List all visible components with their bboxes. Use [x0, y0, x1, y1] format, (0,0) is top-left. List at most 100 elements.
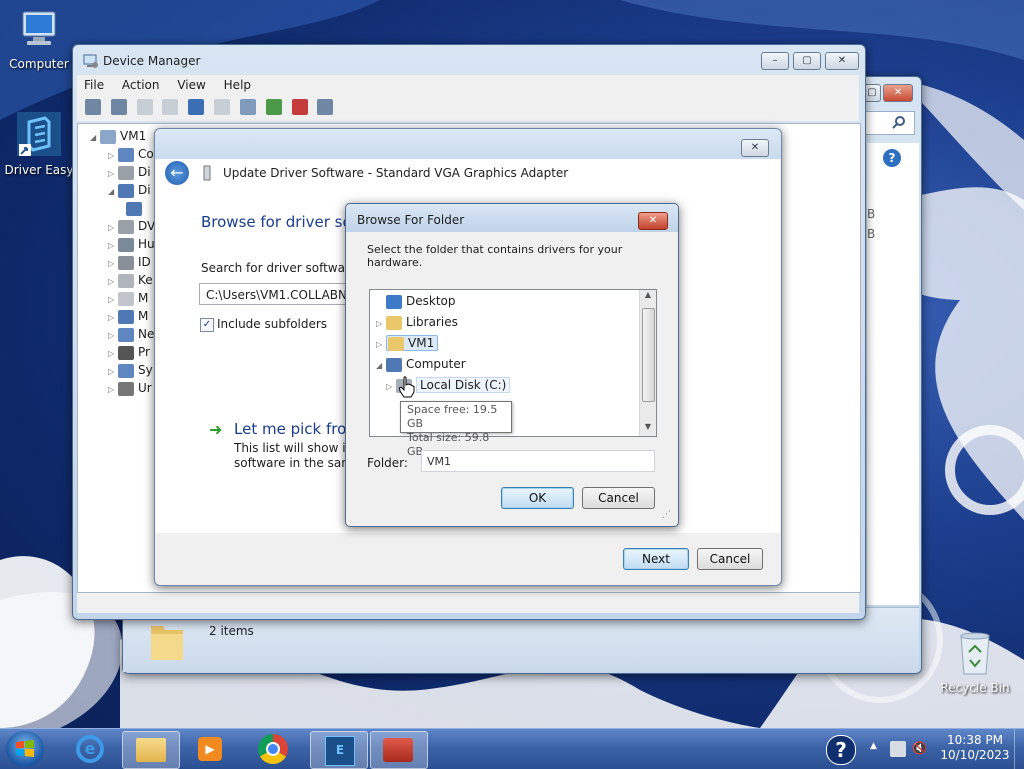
properties-icon[interactable]: [136, 99, 153, 115]
close-button[interactable]: ✕: [741, 139, 769, 157]
menu-file[interactable]: File: [77, 75, 111, 95]
close-button[interactable]: ✕: [825, 52, 859, 70]
tree-item-desktop[interactable]: Desktop: [376, 291, 456, 311]
file-explorer-icon: [136, 738, 166, 762]
menu-view[interactable]: View: [170, 75, 212, 95]
tree-item[interactable]: ▷ Sy: [108, 360, 153, 380]
taskbar-device-manager[interactable]: [370, 731, 428, 769]
dialog-title: Browse For Folder: [357, 213, 465, 227]
system-clock[interactable]: 10:38 PM 10/10/2023: [938, 733, 1012, 763]
keyboard-icon: [118, 273, 134, 288]
cancel-button[interactable]: Cancel: [582, 487, 655, 509]
menu-help[interactable]: Help: [217, 75, 258, 95]
taskbar-explorer[interactable]: [122, 731, 180, 769]
scan-hardware-icon[interactable]: [239, 99, 256, 115]
tree-item[interactable]: ▷ Co: [108, 144, 154, 164]
help-icon[interactable]: [188, 99, 205, 115]
close-button[interactable]: ✕: [883, 84, 913, 102]
tree-item[interactable]: ▷ Pr: [108, 342, 150, 362]
wizard-title: Update Driver Software - Standard VGA Gr…: [223, 166, 569, 180]
close-button[interactable]: ✕: [638, 212, 668, 230]
maximize-button[interactable]: ▢: [793, 52, 821, 70]
chrome-icon: [258, 734, 288, 764]
tree-item[interactable]: ▷ ID: [108, 252, 151, 272]
volume-muted-icon[interactable]: 🔇: [912, 741, 928, 757]
scroll-thumb[interactable]: [642, 308, 655, 402]
back-icon[interactable]: [85, 99, 101, 115]
taskbar-ie[interactable]: e: [62, 731, 118, 767]
taskbar-driver-easy[interactable]: E: [310, 731, 368, 769]
tree-item-libraries[interactable]: ▷ Libraries: [376, 312, 458, 332]
pick-from-list-link[interactable]: Let me pick from: [234, 420, 361, 438]
tree-item[interactable]: ▷ Ne: [108, 324, 154, 344]
pick-description-line2: software in the same: [234, 456, 361, 470]
tree-item[interactable]: ▷ Hu: [108, 234, 155, 254]
scroll-down-arrow[interactable]: ▼: [640, 422, 656, 436]
folder-input[interactable]: VM1: [421, 450, 655, 472]
tree-item-vga[interactable]: [126, 198, 146, 218]
taskbar: e ▶ E ? ▲ 🔇 10:38 PM 10/10/2023: [0, 728, 1024, 769]
driver-device-icon: [203, 165, 211, 181]
tree-item[interactable]: ▷ Ur: [108, 378, 152, 398]
tree-root[interactable]: ◢ VM1: [90, 126, 146, 146]
windows-logo-icon: [16, 740, 34, 757]
tree-item[interactable]: ▷ M: [108, 288, 148, 308]
tree-item-vm1[interactable]: ▷ VM1: [376, 333, 439, 353]
tree-item[interactable]: ▷ Di: [108, 162, 151, 182]
scroll-up-arrow[interactable]: ▲: [640, 290, 656, 304]
update-driver-icon[interactable]: [265, 99, 282, 115]
network-icon[interactable]: [890, 741, 906, 757]
size-cell: B: [867, 207, 876, 221]
search-box[interactable]: [863, 111, 915, 135]
size-cell: B: [867, 227, 876, 241]
desktop-icon-driver-easy[interactable]: Driver Easy: [4, 110, 74, 177]
dialog-instruction: Select the folder that contains drivers …: [367, 243, 623, 269]
folder-label: Folder:: [367, 456, 408, 470]
include-subfolders-label: Include subfolders: [217, 317, 328, 331]
usb-icon: [118, 381, 134, 396]
minimize-button[interactable]: –: [761, 52, 789, 70]
tree-item[interactable]: ◢ Di: [108, 180, 151, 200]
menu-action[interactable]: Action: [115, 75, 167, 95]
tree-item[interactable]: ▷ Ke: [108, 270, 153, 290]
disable-icon[interactable]: [317, 99, 334, 115]
show-hide-icon[interactable]: [162, 99, 179, 115]
window-title: Device Manager: [103, 54, 201, 68]
forward-icon[interactable]: [110, 99, 127, 115]
desktop-icon: [386, 294, 402, 309]
hand-cursor-icon: [398, 376, 415, 398]
start-button[interactable]: [6, 731, 44, 767]
include-subfolders-checkbox[interactable]: ✓: [200, 318, 214, 332]
uninstall-icon[interactable]: [291, 99, 308, 115]
tree-item-computer[interactable]: ◢ Computer: [376, 354, 466, 374]
view-icon[interactable]: [214, 99, 231, 115]
tree-item[interactable]: ▷ DV: [108, 216, 155, 236]
system-icon: [118, 363, 134, 378]
cancel-button[interactable]: Cancel: [697, 548, 763, 570]
monitor-icon: [118, 309, 134, 324]
computer-icon: [100, 129, 116, 144]
toolbox-icon: [383, 738, 413, 762]
recycle-bin-icon: [960, 632, 990, 675]
taskbar-media-player[interactable]: ▶: [182, 731, 238, 767]
tree-item[interactable]: ▷ M: [108, 306, 148, 326]
desktop-icon-computer[interactable]: Computer: [4, 8, 74, 71]
display-icon: [126, 201, 142, 216]
tree-scrollbar[interactable]: ▲ ▼: [639, 290, 656, 436]
processor-icon: [118, 345, 134, 360]
help-icon[interactable]: ?: [883, 149, 901, 167]
path-input[interactable]: C:\Users\VM1.COLLABNET: [199, 283, 359, 305]
desktop-icon-label: Computer: [9, 57, 69, 71]
back-arrow-icon[interactable]: ←: [165, 161, 189, 185]
taskbar-chrome[interactable]: [246, 731, 302, 767]
resize-grip-icon[interactable]: ⋰: [662, 510, 671, 520]
help-icon[interactable]: ?: [826, 735, 856, 765]
ok-button[interactable]: OK: [501, 487, 574, 509]
next-button[interactable]: Next: [623, 548, 689, 570]
search-icon: [892, 116, 905, 129]
green-arrow-icon: ➜: [209, 420, 223, 439]
desktop-icon-recycle-bin[interactable]: Recycle Bin: [940, 630, 1010, 695]
show-desktop-button[interactable]: [1014, 729, 1024, 769]
show-hidden-icons-icon[interactable]: ▲: [870, 741, 877, 751]
status-bar: [77, 593, 859, 613]
